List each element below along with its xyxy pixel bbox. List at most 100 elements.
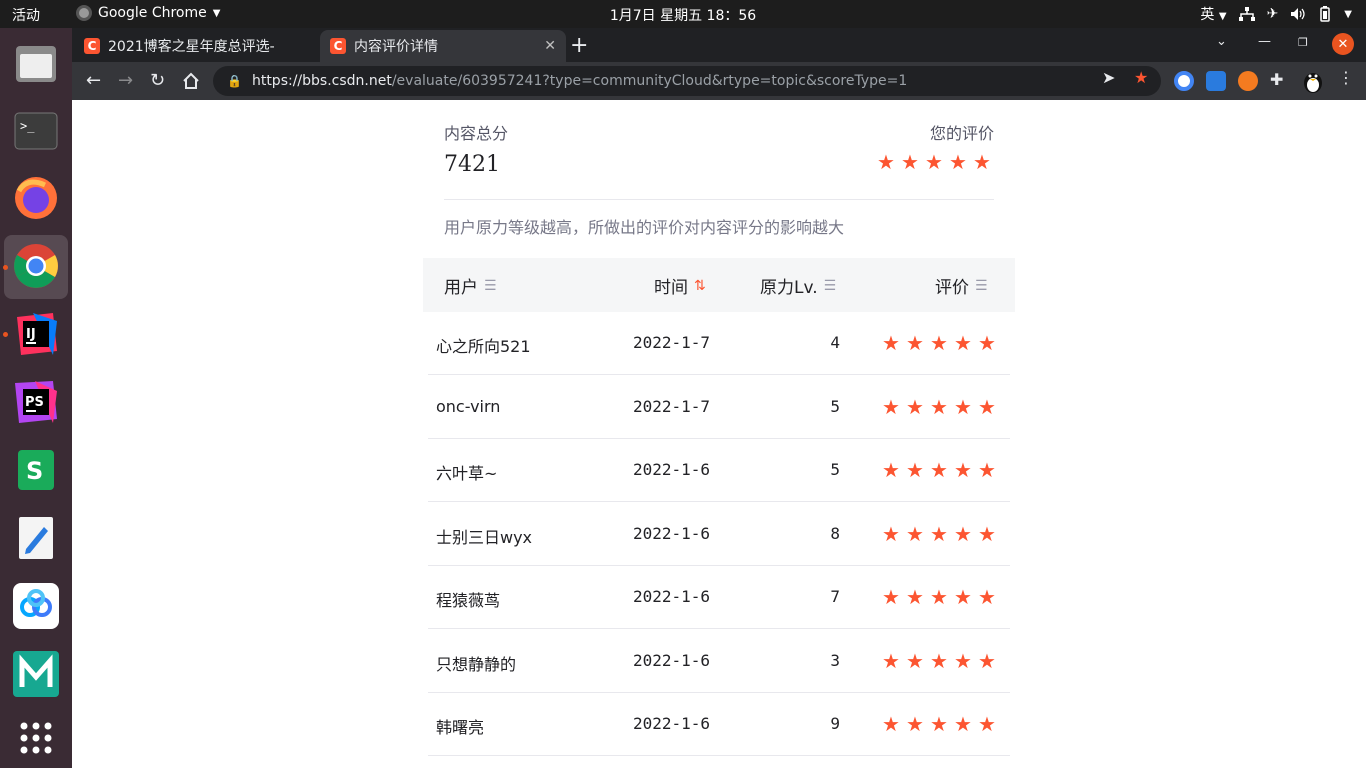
back-button[interactable]: ← bbox=[86, 70, 101, 91]
star-icon[interactable]: ★ bbox=[946, 152, 970, 172]
row-user[interactable]: 韩曙亮 bbox=[436, 714, 484, 738]
menu-kebab-icon[interactable]: ⋮ bbox=[1338, 68, 1354, 87]
text-editor-icon[interactable] bbox=[12, 514, 60, 562]
star-icon: ★ bbox=[954, 522, 972, 546]
screenshot-extension-icon[interactable] bbox=[1206, 71, 1226, 91]
forward-button[interactable]: → bbox=[118, 70, 133, 91]
close-tab-icon[interactable]: ✕ bbox=[544, 38, 556, 54]
row-level: 3 bbox=[830, 651, 840, 670]
intellij-idea-icon[interactable]: IJ bbox=[12, 310, 60, 358]
extensions-puzzle-icon[interactable]: ✚ bbox=[1270, 70, 1283, 89]
svg-text:PS: PS bbox=[25, 395, 44, 410]
phpstorm-icon[interactable]: PS bbox=[12, 378, 60, 426]
minimize-button[interactable]: — bbox=[1258, 34, 1271, 49]
maximize-button[interactable]: ❐ bbox=[1298, 36, 1308, 49]
table-row: 六叶草~ 2022-1-6 5 ★ ★ ★ ★ ★ bbox=[428, 439, 1010, 502]
star-icon: ★ bbox=[954, 458, 972, 482]
row-rating-stars: ★ ★ ★ ★ ★ bbox=[879, 714, 999, 735]
google-extension-icon[interactable] bbox=[1174, 71, 1194, 91]
star-icon: ★ bbox=[978, 585, 996, 609]
star-icon[interactable]: ★ bbox=[970, 152, 994, 172]
app-menu[interactable]: Google Chrome ▼ bbox=[76, 5, 220, 21]
row-level: 9 bbox=[830, 714, 840, 733]
column-label: 评价 bbox=[935, 278, 969, 298]
row-user[interactable]: 程猿薇茑 bbox=[436, 587, 500, 611]
row-user[interactable]: onc-virn bbox=[436, 397, 500, 416]
star-icon: ★ bbox=[978, 522, 996, 546]
tab-blog-star[interactable]: C 2021博客之星年度总评选- bbox=[74, 30, 320, 62]
close-window-button[interactable]: ✕ bbox=[1332, 33, 1354, 55]
svg-text:S: S bbox=[26, 457, 43, 485]
my-rating-stars[interactable]: ★ ★ ★ ★ ★ bbox=[874, 152, 994, 173]
star-icon: ★ bbox=[906, 649, 924, 673]
star-icon: ★ bbox=[954, 712, 972, 736]
profile-penguin-icon[interactable] bbox=[1302, 69, 1324, 93]
row-level: 7 bbox=[830, 587, 840, 606]
system-tray[interactable]: 英 ▼ ✈ ▼ bbox=[1200, 4, 1352, 24]
row-user[interactable]: 六叶草~ bbox=[436, 460, 497, 484]
star-icon: ★ bbox=[930, 712, 948, 736]
home-icon[interactable] bbox=[182, 72, 200, 90]
table-row: onc-virn 2022-1-7 5 ★ ★ ★ ★ ★ bbox=[428, 376, 1010, 439]
table-header: 用户 ☰ 时间 ⇅ 原力Lv. ☰ 评价 ☰ bbox=[423, 258, 1015, 312]
clock[interactable]: 1月7日 星期五 18：56 bbox=[610, 8, 756, 24]
star-icon: ★ bbox=[882, 395, 900, 419]
files-icon[interactable] bbox=[12, 40, 60, 88]
tab-search-button[interactable]: ⌄ bbox=[1216, 34, 1227, 49]
sort-icon[interactable]: ☰ bbox=[975, 278, 988, 294]
running-indicator bbox=[3, 265, 8, 270]
row-user[interactable]: 士别三日wyx bbox=[436, 524, 532, 548]
wps-spreadsheet-icon[interactable]: S bbox=[12, 446, 60, 494]
baidu-netdisk-icon[interactable] bbox=[12, 582, 60, 630]
star-icon: ★ bbox=[930, 649, 948, 673]
input-method-indicator[interactable]: 英 ▼ bbox=[1200, 4, 1226, 24]
table-row: 心之所向521 2022-1-7 4 ★ ★ ★ ★ ★ bbox=[428, 312, 1010, 375]
table-row: 程猿薇茑 2022-1-6 7 ★ ★ ★ ★ ★ bbox=[428, 566, 1010, 629]
column-header-rating[interactable]: 评价 ☰ bbox=[935, 273, 988, 299]
orange-extension-icon[interactable] bbox=[1238, 71, 1258, 91]
tab-strip: C 2021博客之星年度总评选- C 内容评价详情 ✕ + ⌄ — ❐ ✕ bbox=[72, 28, 1366, 62]
column-label: 时间 bbox=[654, 278, 688, 298]
row-rating-stars: ★ ★ ★ ★ ★ bbox=[879, 651, 999, 672]
new-tab-button[interactable]: + bbox=[570, 33, 588, 58]
star-icon: ★ bbox=[930, 522, 948, 546]
star-icon[interactable]: ★ bbox=[922, 152, 946, 172]
reload-button[interactable]: ↻ bbox=[150, 70, 165, 91]
column-header-time[interactable]: 时间 ⇅ bbox=[654, 273, 706, 299]
row-rating-stars: ★ ★ ★ ★ ★ bbox=[879, 587, 999, 608]
star-icon: ★ bbox=[954, 585, 972, 609]
column-header-level[interactable]: 原力Lv. ☰ bbox=[760, 273, 837, 299]
star-icon[interactable]: ★ bbox=[874, 152, 898, 172]
star-icon: ★ bbox=[906, 395, 924, 419]
sort-icon[interactable]: ☰ bbox=[484, 278, 497, 294]
send-tab-icon[interactable]: ➤ bbox=[1102, 68, 1115, 87]
star-icon: ★ bbox=[978, 395, 996, 419]
activities-button[interactable]: 活动 bbox=[12, 5, 40, 25]
tab-title: 2021博客之星年度总评选- bbox=[108, 39, 275, 55]
bookmark-star-icon[interactable]: ★ bbox=[1134, 68, 1148, 87]
csdn-favicon-icon: C bbox=[84, 38, 100, 54]
row-rating-stars: ★ ★ ★ ★ ★ bbox=[879, 460, 999, 481]
terminal-icon[interactable]: >_ bbox=[12, 107, 60, 155]
sort-icon[interactable]: ☰ bbox=[824, 278, 837, 294]
chrome-icon[interactable] bbox=[12, 242, 60, 290]
tab-content-evaluation[interactable]: C 内容评价详情 ✕ bbox=[320, 30, 566, 62]
mindmaster-icon[interactable] bbox=[12, 650, 60, 698]
show-applications-icon[interactable] bbox=[12, 714, 60, 762]
star-icon[interactable]: ★ bbox=[898, 152, 922, 172]
row-time: 2022-1-6 bbox=[633, 460, 711, 479]
row-user[interactable]: 心之所向521 bbox=[436, 333, 531, 357]
total-score-value: 7421 bbox=[444, 152, 500, 177]
row-level: 8 bbox=[830, 524, 840, 543]
system-top-bar: 活动 Google Chrome ▼ 1月7日 星期五 18：56 英 ▼ ✈ … bbox=[0, 0, 1366, 28]
star-icon: ★ bbox=[882, 649, 900, 673]
firefox-icon[interactable] bbox=[12, 174, 60, 222]
address-bar[interactable]: 🔒 https://bbs.csdn.net/evaluate/60395724… bbox=[213, 66, 1161, 96]
row-rating-stars: ★ ★ ★ ★ ★ bbox=[879, 333, 999, 354]
column-header-user[interactable]: 用户 ☰ bbox=[444, 273, 497, 299]
row-user[interactable]: 只想静静的 bbox=[436, 651, 516, 675]
table-row: 韩曙亮 2022-1-6 9 ★ ★ ★ ★ ★ bbox=[428, 693, 1010, 756]
sort-descending-icon[interactable]: ⇅ bbox=[694, 278, 706, 294]
browser-toolbar: ← → ↻ 🔒 https://bbs.csdn.net/evaluate/60… bbox=[72, 62, 1366, 100]
star-icon: ★ bbox=[906, 458, 924, 482]
